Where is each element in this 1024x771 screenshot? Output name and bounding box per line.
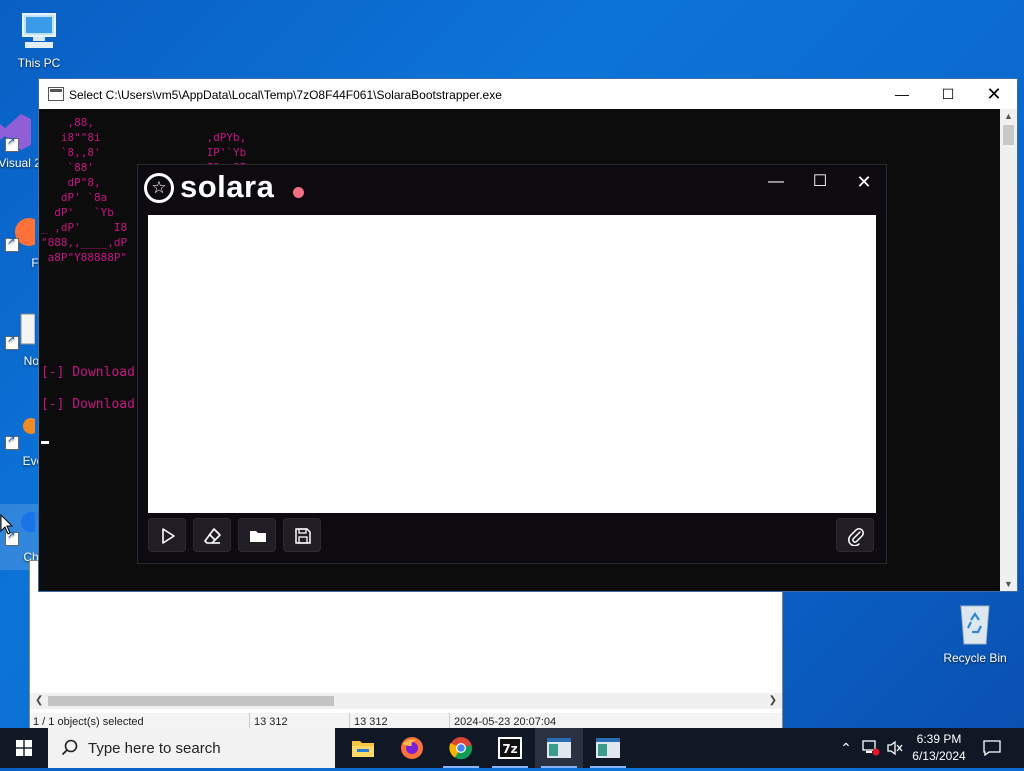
shortcut-arrow-icon: [5, 434, 19, 450]
action-center-button[interactable]: [978, 728, 1006, 768]
mouse-cursor-icon: [0, 514, 14, 535]
star-icon: ☆: [144, 173, 174, 203]
scrollbar-thumb[interactable]: [48, 696, 334, 706]
console-titlebar[interactable]: Select C:\Users\vm5\AppData\Local\Temp\7…: [39, 79, 1017, 109]
console-cursor: [41, 441, 49, 444]
start-button[interactable]: [0, 728, 48, 768]
console-maximize-button[interactable]: ☐: [925, 79, 971, 109]
notification-icon: [983, 740, 1001, 757]
notepad-icon: [0, 308, 36, 352]
attach-button[interactable]: [836, 518, 874, 552]
shortcut-arrow-icon: [5, 136, 19, 152]
7zip-icon: 7z: [498, 737, 522, 759]
shortcut-arrow-icon: [5, 236, 19, 252]
clock-date: 6/13/2024: [912, 749, 966, 763]
firefox-icon: [0, 210, 43, 254]
desktop-icon-this-pc[interactable]: This PC: [4, 10, 74, 70]
console-window-icon: [596, 738, 620, 758]
status-dot: [293, 187, 304, 198]
play-icon: [162, 528, 175, 544]
visual-studio-icon: [0, 110, 35, 154]
desktop-icon-label: This PC: [17, 56, 61, 70]
scroll-right-icon[interactable]: ❯: [769, 693, 777, 709]
taskbar-firefox[interactable]: [388, 728, 436, 768]
shortcut-arrow-icon: [5, 334, 19, 350]
console-close-button[interactable]: ✕: [971, 79, 1017, 109]
status-selected: 1 / 1 object(s) selected: [33, 716, 144, 728]
status-modified: 2024-05-23 20:07:04: [454, 716, 557, 728]
network-icon[interactable]: [860, 728, 882, 768]
network-disconnected-icon: [862, 740, 880, 756]
everything-icon: [0, 408, 39, 452]
solara-minimize-button[interactable]: —: [754, 165, 798, 199]
taskbar-clock[interactable]: 6:39 PM 6/13/2024: [906, 731, 972, 765]
solara-maximize-button[interactable]: ☐: [798, 165, 842, 199]
status-size: 13 312: [254, 716, 288, 728]
open-file-button[interactable]: [238, 518, 276, 552]
console-download-line: [-] Download: [41, 397, 135, 412]
horizontal-scrollbar[interactable]: ❮ ❯: [30, 693, 782, 709]
speaker-icon: [887, 740, 903, 756]
scrollbar-thumb[interactable]: [1003, 125, 1014, 145]
eraser-icon: [204, 528, 221, 544]
taskbar-console[interactable]: [584, 728, 632, 768]
console-window-icon: [547, 738, 571, 758]
volume-muted-icon[interactable]: [884, 728, 906, 768]
clock-time: 6:39 PM: [916, 732, 962, 746]
clear-button[interactable]: [193, 518, 231, 552]
solara-close-button[interactable]: ✕: [842, 165, 886, 199]
desktop-icon-recycle-bin[interactable]: Recycle Bin: [940, 600, 1010, 665]
taskbar-file-explorer[interactable]: [339, 728, 387, 768]
svg-text:7z: 7z: [502, 742, 517, 756]
save-file-button[interactable]: [283, 518, 321, 552]
scroll-down-icon[interactable]: ▼: [1000, 579, 1017, 589]
scroll-up-icon[interactable]: ▲: [1000, 111, 1017, 121]
taskbar-search-box[interactable]: Type here to search: [48, 728, 335, 768]
firefox-icon: [401, 737, 423, 759]
scroll-left-icon[interactable]: ❮: [35, 693, 43, 709]
app-name: solara: [180, 169, 275, 204]
paperclip-icon: [848, 528, 864, 546]
console-app-icon: [48, 87, 64, 101]
taskbar: Type here to search 7z ⌃ 6:39 PM 6/13/20…: [0, 728, 1024, 768]
status-packed-size: 13 312: [354, 716, 388, 728]
console-vertical-scrollbar[interactable]: ▲ ▼: [1000, 109, 1017, 591]
console-download-line: [-] Download: [41, 365, 135, 380]
execute-button[interactable]: [148, 518, 186, 552]
script-editor[interactable]: [148, 215, 876, 513]
taskbar-solara-bootstrapper[interactable]: [535, 728, 583, 768]
search-icon: [61, 739, 78, 756]
search-placeholder: Type here to search: [88, 740, 221, 757]
taskbar-7zip[interactable]: 7z: [486, 728, 534, 768]
save-icon: [295, 528, 311, 544]
desktop-icon-label: Recycle Bin: [943, 651, 1007, 665]
recycle-bin-icon: [960, 605, 990, 645]
solara-window: ☆ solara — ☐ ✕: [137, 164, 887, 564]
chrome-icon: [449, 737, 473, 760]
folder-icon: [250, 531, 266, 542]
console-minimize-button[interactable]: —: [879, 79, 925, 109]
folder-icon: [352, 741, 374, 757]
taskbar-chrome[interactable]: [437, 728, 485, 768]
tray-overflow-chevron-icon[interactable]: ⌃: [836, 728, 856, 768]
console-title: Select C:\Users\vm5\AppData\Local\Temp\7…: [69, 88, 502, 102]
computer-icon: [17, 10, 61, 54]
windows-logo-icon: [16, 740, 32, 756]
